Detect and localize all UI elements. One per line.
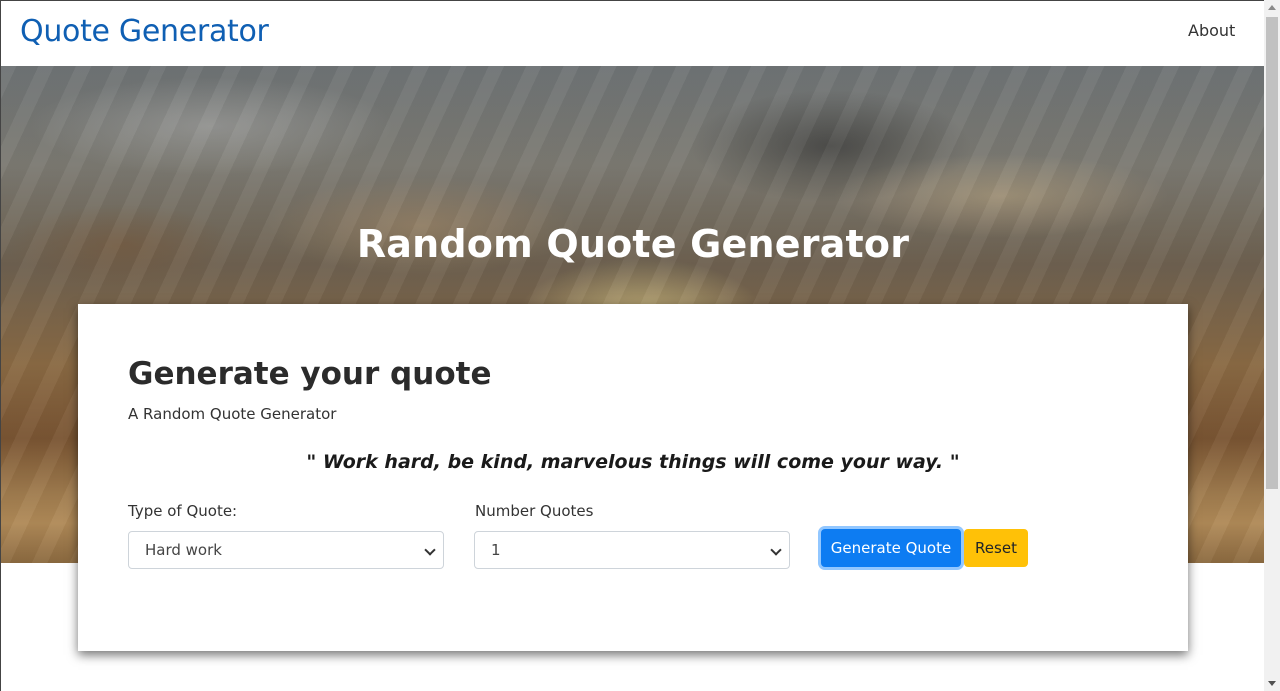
type-of-quote-select[interactable]: Hard work bbox=[128, 531, 444, 569]
scroll-up-arrow-icon[interactable] bbox=[1268, 5, 1276, 10]
number-quotes-select[interactable]: 1 bbox=[474, 531, 790, 569]
quote-card: Generate your quote A Random Quote Gener… bbox=[78, 304, 1188, 651]
number-quotes-label: Number Quotes bbox=[475, 502, 594, 520]
chevron-down-icon bbox=[770, 544, 782, 556]
card-subtitle: A Random Quote Generator bbox=[128, 405, 337, 423]
generate-quote-button[interactable]: Generate Quote bbox=[821, 529, 961, 567]
number-quotes-value: 1 bbox=[491, 541, 501, 559]
nav-link-about[interactable]: About bbox=[1188, 21, 1235, 40]
quote-text: " Work hard, be kind, marvelous things w… bbox=[306, 451, 960, 473]
page: Quote Generator About Random Quote Gener… bbox=[0, 0, 1264, 691]
scroll-down-arrow-icon[interactable] bbox=[1268, 681, 1276, 686]
navbar: Quote Generator About bbox=[1, 1, 1264, 66]
reset-button[interactable]: Reset bbox=[964, 529, 1028, 567]
hero-title: Random Quote Generator bbox=[356, 222, 910, 266]
type-of-quote-label: Type of Quote: bbox=[128, 502, 238, 520]
brand-link[interactable]: Quote Generator bbox=[20, 14, 269, 49]
chevron-down-icon bbox=[424, 544, 436, 556]
scrollbar-thumb[interactable] bbox=[1266, 17, 1278, 489]
vertical-scrollbar[interactable] bbox=[1264, 0, 1280, 691]
card-title: Generate your quote bbox=[128, 356, 492, 392]
type-of-quote-value: Hard work bbox=[145, 541, 222, 559]
